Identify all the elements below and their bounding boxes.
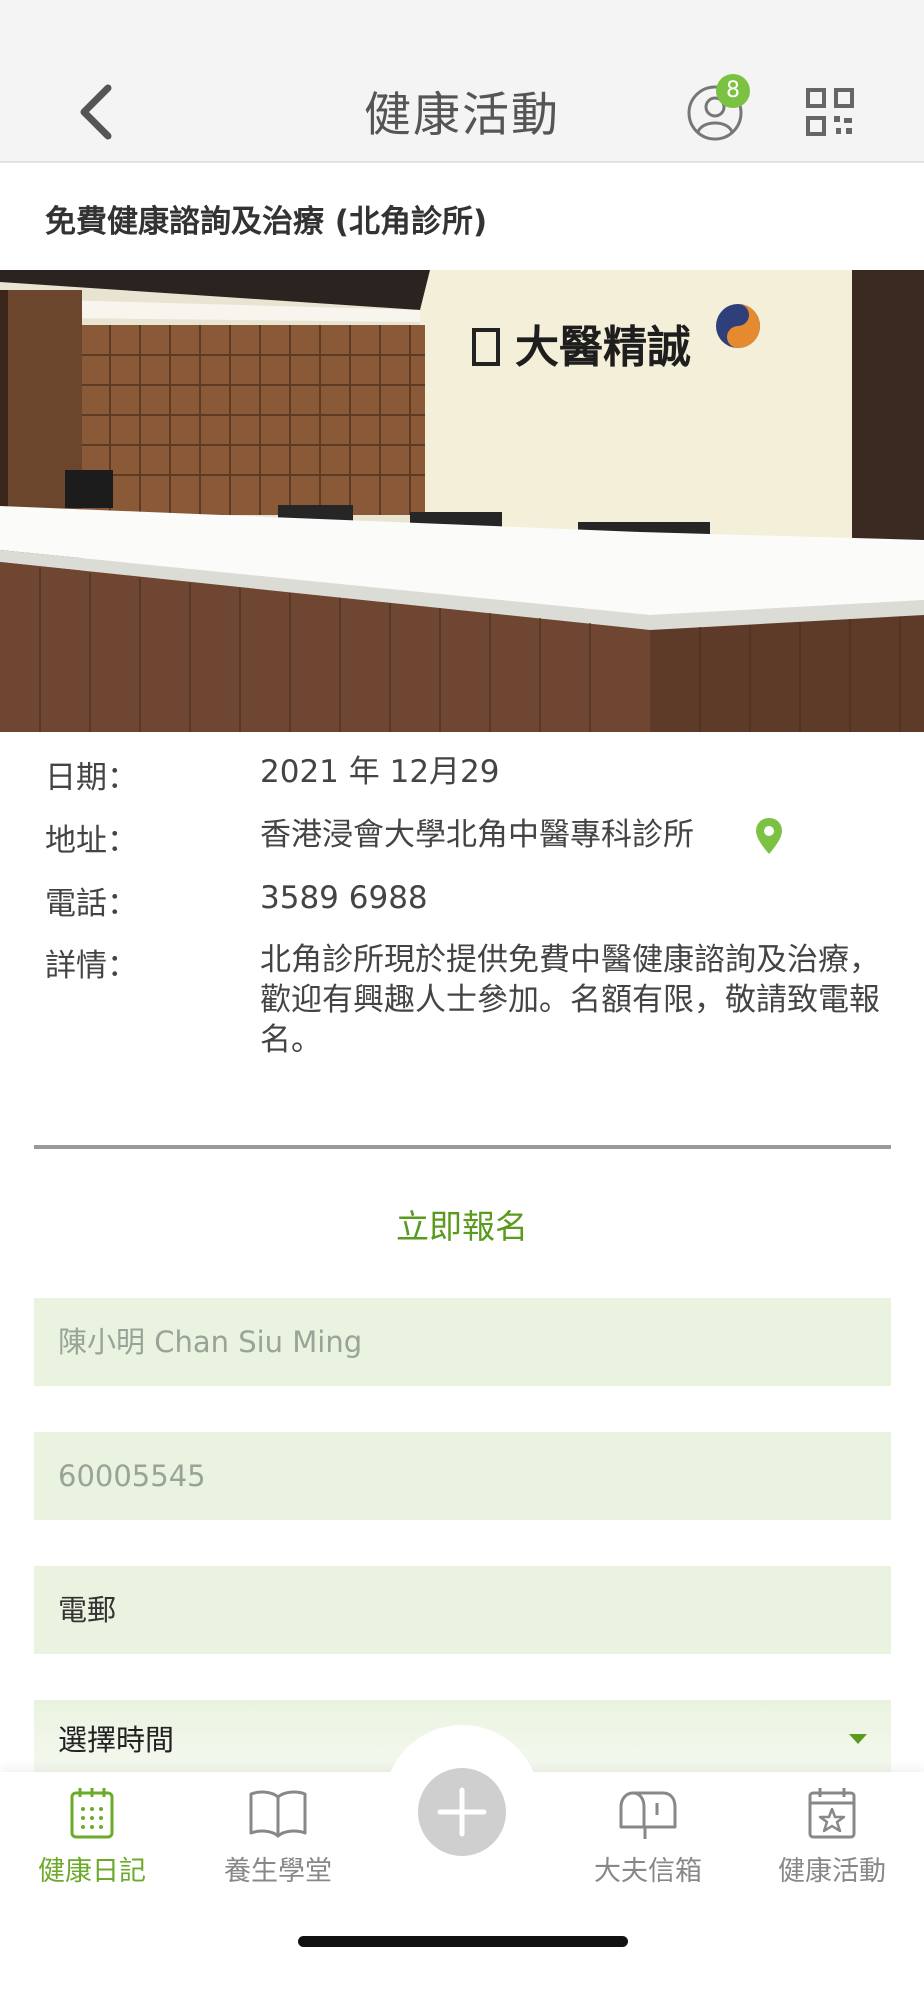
time-select-label: 選擇時間 xyxy=(58,1723,175,1757)
section-divider xyxy=(34,1145,891,1149)
tab-health-diary[interactable]: 健康日記 xyxy=(7,1785,177,1900)
dropdown-caret-icon xyxy=(849,1734,867,1744)
phone-row: 電話： 3589 6988 xyxy=(45,878,905,922)
add-button[interactable] xyxy=(418,1768,506,1856)
event-title: 免費健康諮詢及治療 (北角診所) xyxy=(45,204,488,240)
phone-field[interactable]: 60005545 xyxy=(34,1432,891,1520)
tab-label-doctor-mailbox: 大夫信箱 xyxy=(594,1856,702,1887)
page-title: 健康活動 xyxy=(364,88,560,143)
phone-value[interactable]: 3589 6988 xyxy=(260,878,900,918)
qr-code-button[interactable] xyxy=(806,88,854,136)
notification-badge: 8 xyxy=(716,74,750,108)
address-value: 香港浸會大學北角中醫專科診所 xyxy=(260,817,694,853)
details-value: 北角診所現於提供免費中醫健康諮詢及治療，歡迎有興趣人士參加。名額有限，敬請致電報… xyxy=(260,942,880,1058)
date-row: 日期： 2021 年 12月29 xyxy=(45,752,905,796)
tab-doctor-mailbox[interactable]: 大夫信箱 xyxy=(563,1785,733,1900)
details-label: 詳情： xyxy=(45,948,138,984)
tab-label-wellness-school: 養生學堂 xyxy=(224,1856,332,1887)
details-row: 詳情： 北角診所現於提供免費中醫健康諮詢及治療，歡迎有興趣人士參加。名額有限，敬… xyxy=(45,940,905,1070)
diary-icon xyxy=(70,1788,114,1839)
plus-icon xyxy=(437,1787,487,1837)
clinic-sign-text: 大醫精誠 xyxy=(515,322,691,373)
address-label: 地址： xyxy=(45,823,138,859)
address-row: 地址： 香港浸會大學北角中醫專科診所 xyxy=(45,815,905,859)
tab-wellness-school[interactable]: 養生學堂 xyxy=(193,1785,363,1900)
calendar-star-icon xyxy=(808,1788,856,1839)
phone-placeholder: 60005545 xyxy=(58,1459,206,1493)
qr-code-icon xyxy=(806,88,854,136)
date-label: 日期： xyxy=(45,760,138,796)
phone-label: 電話： xyxy=(45,886,138,922)
date-value: 2021 年 12月29 xyxy=(260,754,500,790)
email-field[interactable]: 電郵 xyxy=(34,1566,891,1654)
tab-label-health-activities: 健康活動 xyxy=(778,1856,886,1887)
name-field[interactable]: 陳小明 Chan Siu Ming xyxy=(34,1298,891,1386)
map-pin-icon[interactable] xyxy=(755,817,783,855)
signup-now-button[interactable]: 立即報名 xyxy=(0,1200,924,1248)
mailbox-icon xyxy=(619,1791,677,1839)
email-label: 電郵 xyxy=(58,1593,117,1627)
book-icon xyxy=(249,1790,307,1838)
tab-health-activities[interactable]: 健康活動 xyxy=(747,1785,917,1900)
tab-label-health-diary: 健康日記 xyxy=(38,1856,146,1887)
clinic-photo: 大醫精誠 xyxy=(0,270,924,732)
home-indicator xyxy=(298,1936,628,1947)
name-placeholder: 陳小明 Chan Siu Ming xyxy=(58,1325,363,1359)
